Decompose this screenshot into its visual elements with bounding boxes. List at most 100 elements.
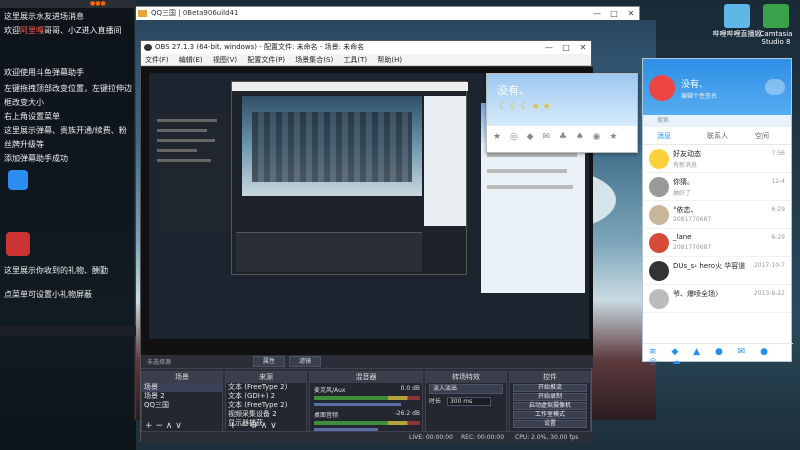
avatar	[649, 177, 669, 197]
duration-input[interactable]: 300 ms	[446, 397, 491, 406]
chat-line: 丝牌升级等	[4, 140, 44, 149]
obs-maximize-button[interactable]: □	[558, 41, 574, 54]
qq-avatar[interactable]	[649, 75, 675, 101]
menu-tools[interactable]: 工具(T)	[343, 56, 367, 64]
source-item[interactable]: 文本 (FreeType 2)	[226, 401, 306, 410]
list-item[interactable]: 好友动态 有新消息 7:56	[643, 145, 791, 173]
scene-item[interactable]: 场景	[142, 383, 222, 392]
mic-meter	[314, 396, 420, 400]
source-item[interactable]: 视频采集设备 2	[226, 410, 306, 419]
nested-chat	[153, 113, 227, 233]
menu-help[interactable]: 帮助(H)	[377, 56, 402, 64]
list-item[interactable]: DUs_s› hero火 华容道 2017-10-7	[643, 257, 791, 285]
bilibili-live-shortcut[interactable]: 哔哩哔哩直播姬	[712, 4, 762, 38]
qq-sanguo-app-icon	[138, 10, 147, 17]
scene-item[interactable]: QQ三国	[142, 401, 222, 410]
scene-item[interactable]: 场景 2	[142, 392, 222, 401]
qq-popup-banner: 没有、 ☾ ☾ ☾ ★ ★	[487, 74, 637, 126]
start-recording-button[interactable]: 开始录制	[513, 393, 587, 401]
close-button[interactable]: ✕	[623, 7, 639, 20]
source-toolbar: 未选择源 属性 滤镜	[141, 355, 593, 369]
live-timer: LIVE: 00:00:00	[409, 434, 453, 441]
properties-button[interactable]: 属性	[253, 356, 285, 367]
tab-messages[interactable]: 消息	[657, 127, 671, 145]
qq-bottom-icons[interactable]: ≡ ◆ ▲ ● ✉ ● ◎ ☁	[649, 347, 793, 367]
qq-nickname[interactable]: 没有、	[681, 77, 708, 90]
chat-line: 这里展示弹幕、贵族开通/续费、粉	[4, 126, 127, 135]
obs-minimize-button[interactable]: —	[541, 41, 557, 54]
list-item[interactable]: _lane 2081770687 6-29	[643, 229, 791, 257]
overlay-footer	[0, 326, 136, 336]
tab-zone[interactable]: 空间	[755, 127, 769, 145]
mic-db: 0.0 dB	[400, 385, 420, 392]
qq-sanguo-titlebar[interactable]: QQ三国 | 0Beta906uild41 — □ ✕	[135, 7, 639, 20]
chat-welcome-line: 欢迎阿里嘎哥哥、小Z进入直播间	[4, 26, 122, 35]
filters-label: 滤镜	[298, 358, 311, 365]
transitions-header: 转场特效	[426, 372, 506, 383]
avatar	[649, 289, 669, 309]
obs-menubar: 文件(F) 编辑(E) 视图(V) 配置文件(P) 场景集合(S) 工具(T) …	[141, 54, 591, 66]
qq-profile-popup[interactable]: 没有、 ☾ ☾ ☾ ★ ★ ★ ◎ ◆ ✉ ♣ ♠ ◉ ★	[486, 73, 638, 153]
desktop-audio-meter	[314, 421, 420, 425]
menu-scene-collection[interactable]: 场景集合(S)	[295, 56, 333, 64]
scene-add-remove-controls[interactable]: + − ∧ ∨	[145, 421, 182, 431]
list-item[interactable]: 你猜。 抽好了 12-4	[643, 173, 791, 201]
menu-edit[interactable]: 编辑(E)	[179, 56, 203, 64]
controls-header: 控件	[510, 372, 590, 383]
start-streaming-button[interactable]: 开始推流	[513, 384, 587, 392]
weather-cloud-icon[interactable]	[765, 79, 785, 95]
bilibili-icon	[724, 4, 750, 28]
minimize-button[interactable]: —	[589, 7, 605, 20]
chat-line: 欢迎使用斗鱼弹幕助手	[4, 68, 84, 77]
qq-search-placeholder: 搜索	[657, 117, 670, 124]
obs-titlebar[interactable]: OBS 27.1.3 (64-bit, windows) - 配置文件: 未命名…	[141, 41, 591, 54]
tab-contacts[interactable]: 联系人	[707, 127, 728, 145]
duration-label: 时长	[429, 398, 442, 405]
obs-statusbar: LIVE: 00:00:00 REC: 00:00:00 CPU: 2.0%, …	[141, 431, 593, 443]
chat-line: 左键拖拽顶部改变位置，左键拉伸边	[4, 84, 132, 93]
menu-file[interactable]: 文件(F)	[145, 56, 169, 64]
rec-timer: REC: 00:00:00	[461, 434, 505, 441]
maximize-button[interactable]: □	[606, 7, 622, 20]
zoom-icon[interactable]	[8, 170, 28, 190]
chat-line: 这里展示水友进场消息	[4, 12, 84, 21]
menu-profile[interactable]: 配置文件(P)	[247, 56, 285, 64]
studio-mode-button[interactable]: 工作室模式	[513, 411, 587, 419]
transition-select[interactable]: 淡入淡出	[429, 384, 503, 394]
settings-button[interactable]: 设置	[513, 420, 587, 428]
chat-line: 这里展示你收到的礼物、酬勤	[4, 266, 108, 275]
desktop-audio-name: 桌面音频	[314, 412, 339, 419]
scenes-panel: 场景 场景 场景 2 QQ三国 + − ∧ ∨	[141, 371, 223, 433]
qq-search-input[interactable]: 搜索	[643, 115, 791, 127]
menu-view[interactable]: 视图(V)	[213, 56, 237, 64]
qq-popup-app-row[interactable]: ★ ◎ ◆ ✉ ♣ ♠ ◉ ★	[493, 132, 633, 146]
qq-bottom-toolbar: ≡ ◆ ▲ ● ✉ ● ◎ ☁	[643, 343, 793, 367]
list-item[interactable]: 爷、爆喷全场〉 2013-9-22	[643, 285, 791, 313]
source-add-remove-controls[interactable]: + − ⚙ ∧ ∨	[229, 421, 277, 431]
danmaku-helper-overlay[interactable]: ●●● 这里展示水友进场消息 欢迎阿里嘎哥哥、小Z进入直播间 欢迎使用斗鱼弹幕助…	[0, 0, 136, 450]
filters-button[interactable]: 滤镜	[289, 356, 321, 367]
desktop-audio-db: -26.2 dB	[394, 410, 420, 417]
camtasia-icon	[763, 4, 789, 28]
mic-volume-slider[interactable]	[314, 403, 401, 406]
camtasia-shortcut[interactable]: Camtasia Studio 8	[756, 4, 796, 46]
virtual-camera-button[interactable]: 启动虚拟摄像机	[513, 402, 587, 410]
mic-name: 麦克风/Aux	[314, 387, 346, 394]
qq-popup-badges: ☾ ☾ ☾ ★ ★	[499, 102, 551, 112]
obs-close-button[interactable]: ✕	[575, 41, 591, 54]
chat-line: 框改变大小	[4, 98, 44, 107]
source-item[interactable]: 文本 (GDI+) 2	[226, 392, 306, 401]
overlay-topbar[interactable]: ●●●	[0, 0, 136, 8]
chat-line: 右上角设置菜单	[4, 112, 60, 121]
sources-header: 来源	[226, 372, 306, 383]
no-source-label: 未选择源	[147, 359, 172, 366]
app-shortcut-icon[interactable]	[6, 232, 30, 256]
avatar	[649, 233, 669, 253]
list-item[interactable]: °依恋、 2081770687 6-29	[643, 201, 791, 229]
overlay-menu-icons[interactable]: ●●●	[90, 0, 106, 7]
qq-signature[interactable]: 编辑个性签名	[681, 91, 717, 100]
source-item[interactable]: 文本 (FreeType 2)	[226, 383, 306, 392]
bilibili-label: 哔哩哔哩直播姬	[712, 30, 762, 38]
qq-main-panel[interactable]: 没有、 编辑个性签名 搜索 消息 联系人 空间 好友动态 有新消息 7:56 你猜。…	[642, 58, 793, 367]
qq-conversation-list: 好友动态 有新消息 7:56 你猜。 抽好了 12-4 °依恋、 2081770687 6-…	[643, 145, 791, 313]
